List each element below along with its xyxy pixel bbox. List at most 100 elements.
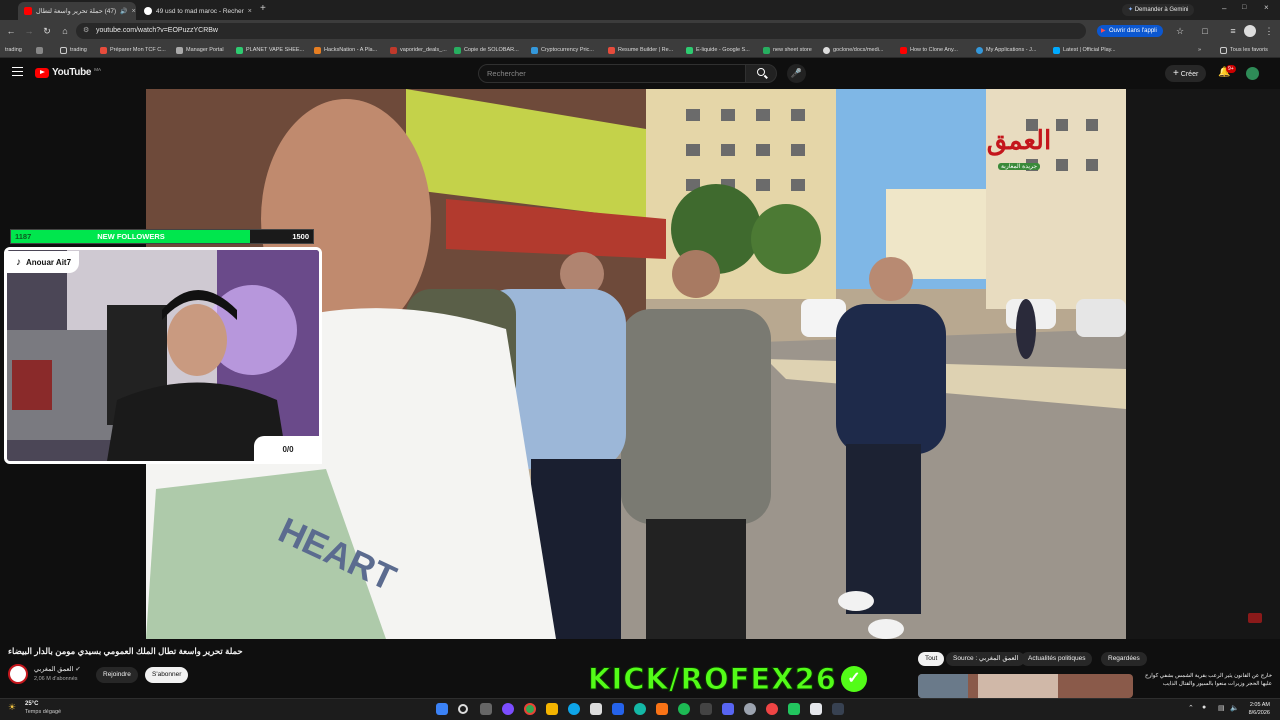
forward-icon[interactable]: → <box>22 24 36 38</box>
chip-label: Actualités politiques <box>1028 655 1086 662</box>
folder-icon <box>1220 46 1227 54</box>
app-icon[interactable] <box>810 703 822 715</box>
discord-icon[interactable] <box>722 703 734 715</box>
bookmark-label: Préparer Mon TCF C... <box>110 47 166 53</box>
all-bookmarks-folder[interactable]: Tous les favoris <box>1220 45 1268 55</box>
weather-temp[interactable]: 25°C <box>25 701 38 707</box>
bookmark-item[interactable]: PLANET VAPE SHEE... <box>236 45 304 55</box>
hamburger-menu-icon[interactable] <box>12 67 23 76</box>
app-icon[interactable] <box>766 703 778 715</box>
clock-time[interactable]: 2:05 AM <box>1244 702 1270 708</box>
bookmark-item[interactable]: Préparer Mon TCF C... <box>100 45 166 55</box>
chip-politics[interactable]: Actualités politiques <box>1021 652 1093 666</box>
tab-title: (47) حملة تحرير واسعة لتطال <box>36 8 117 15</box>
bookmark-item[interactable]: vaporider_deals_... <box>390 45 447 55</box>
edge-icon[interactable] <box>568 703 580 715</box>
user-avatar[interactable] <box>1246 67 1259 80</box>
back-icon[interactable]: ← <box>4 24 18 38</box>
new-tab-button[interactable]: + <box>260 3 266 14</box>
tray-chevron-icon[interactable]: ⌃ <box>1188 704 1194 712</box>
chip-all[interactable]: Tout <box>918 652 945 666</box>
tiktok-icon: ♪ <box>16 256 21 268</box>
weather-desc[interactable]: Temps dégagé <box>25 709 61 715</box>
windows-start-icon[interactable] <box>436 703 448 715</box>
store-icon[interactable] <box>590 703 602 715</box>
spotify-icon[interactable] <box>678 703 690 715</box>
gemini-button[interactable]: ✦ Demander à Gemini <box>1122 4 1195 16</box>
join-button[interactable]: Rejoindre <box>96 667 138 683</box>
gemini-icon: ✦ <box>1128 7 1134 13</box>
task-view-icon[interactable] <box>480 703 492 715</box>
site-info-icon[interactable]: ⚙ <box>83 23 89 39</box>
bookmark-star-icon[interactable]: ☆ <box>1173 24 1187 38</box>
menu-dots-icon[interactable]: ⋮ <box>1262 24 1276 38</box>
channel-watermark-logo: العمق جريدة المغاربة <box>971 127 1067 173</box>
app-icon[interactable] <box>502 703 514 715</box>
app-icon[interactable] <box>656 703 668 715</box>
bookmark-folder[interactable]: trading <box>60 45 87 55</box>
bookmark-item[interactable]: How to Clone Any... <box>900 45 958 55</box>
bookmark-item[interactable]: Cryptocurrency Pric... <box>531 45 594 55</box>
minimize-icon[interactable]: – <box>1222 4 1226 13</box>
tab-youtube-video[interactable]: (47) حملة تحرير واسعة لتطال 🔊 × <box>18 2 136 20</box>
youtube-logo[interactable]: YouTube MA <box>35 67 101 78</box>
maximize-icon[interactable]: □ <box>1242 4 1246 11</box>
bookmark-item[interactable]: Resume Builder | Re... <box>608 45 673 55</box>
suggested-video-thumbnail[interactable] <box>918 674 1133 698</box>
speaker-icon[interactable]: 🔊 <box>120 8 127 15</box>
bookmark-item[interactable]: trading <box>5 45 22 55</box>
chip-source[interactable]: Source : العمق المغربي <box>946 652 1026 666</box>
network-icon[interactable]: ▤ <box>1218 704 1225 712</box>
apps-grid-icon[interactable] <box>36 45 43 55</box>
clock-date[interactable]: 8/6/2026 <box>1244 710 1270 716</box>
mail-icon[interactable] <box>612 703 624 715</box>
volume-icon[interactable]: 🔈 <box>1230 704 1239 712</box>
bookmark-label: My Applications - J... <box>986 47 1037 53</box>
channel-name-row[interactable]: العمق المغربي ✔ <box>34 665 81 673</box>
bookmark-item[interactable]: My Applications - J... <box>976 45 1036 55</box>
create-button[interactable]: + Créer <box>1165 65 1207 82</box>
channel-avatar[interactable] <box>8 664 28 684</box>
address-bar[interactable]: ⚙ youtube.com/watch?v=EOPuzzYCRBw <box>76 23 1086 39</box>
plus-icon: + <box>1173 68 1179 79</box>
bookmark-item[interactable]: HacksNation - A Pla... <box>314 45 377 55</box>
app-icon[interactable] <box>634 703 646 715</box>
chip-watched[interactable]: Regardées <box>1101 652 1147 666</box>
home-icon[interactable]: ⌂ <box>58 24 72 38</box>
microphone-icon[interactable]: 🎤 <box>787 64 806 83</box>
sidebar-icon[interactable]: ≡ <box>1226 24 1240 38</box>
chrome-icon[interactable] <box>524 703 536 715</box>
subscribe-button[interactable]: S'abonner <box>145 667 189 683</box>
bookmark-label: Latest | Official Play... <box>1063 47 1116 53</box>
bookmark-item[interactable]: E-liquide - Google S... <box>686 45 750 55</box>
search-button[interactable] <box>745 64 777 83</box>
search-icon-handle <box>764 74 768 79</box>
bookmark-item[interactable]: Copie de SOLOBAR... <box>454 45 519 55</box>
create-label: Créer <box>1180 71 1199 78</box>
close-window-icon[interactable]: × <box>1264 3 1269 12</box>
extensions-icon[interactable]: □ <box>1198 24 1212 38</box>
app-icon[interactable] <box>832 703 844 715</box>
overlay-counter: 0/0 <box>254 436 322 464</box>
close-tab-icon[interactable]: × <box>132 8 136 15</box>
search-input[interactable]: Rechercher <box>478 64 774 83</box>
file-explorer-icon[interactable] <box>546 703 558 715</box>
bookmark-item[interactable]: Latest | Official Play... <box>1053 45 1116 55</box>
app-icon[interactable] <box>700 703 712 715</box>
more-bookmarks-icon[interactable]: » <box>1198 45 1201 55</box>
profile-avatar[interactable] <box>1244 25 1256 37</box>
bookmark-item[interactable]: goclone/docs/medi... <box>823 45 883 55</box>
verified-icon: ✔ <box>75 666 81 673</box>
taskbar-search-icon[interactable] <box>458 704 468 714</box>
open-in-app-button[interactable]: ▶ Ouvrir dans l'appli <box>1097 25 1163 37</box>
close-tab-icon[interactable]: × <box>248 8 252 15</box>
bookmark-item[interactable]: Manager Portal <box>176 45 224 55</box>
suggested-video-title[interactable]: خارج عن القانون يثير الرعب بقرية الشمس ب… <box>1136 672 1272 690</box>
bookmark-item[interactable]: new sheet store <box>763 45 812 55</box>
join-label: Rejoindre <box>103 671 131 678</box>
app-icon[interactable] <box>744 703 756 715</box>
app-icon[interactable] <box>788 703 800 715</box>
reload-icon[interactable]: ↻ <box>40 24 54 38</box>
tab-search[interactable]: 49 usd to mad maroc - Recher × <box>138 2 256 20</box>
tray-icon[interactable]: ● <box>1202 704 1206 711</box>
